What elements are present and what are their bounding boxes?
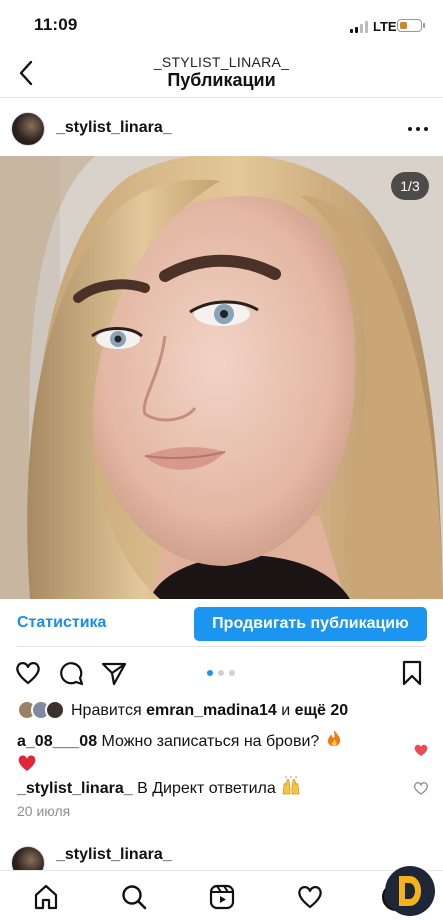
heart-icon xyxy=(16,662,40,685)
likes-others-count[interactable]: ещё 20 xyxy=(295,702,349,719)
likes-prefix: Нравится xyxy=(71,702,142,719)
signal-icon xyxy=(350,21,368,33)
bookmark-icon xyxy=(402,660,422,686)
likes-row: Нравится emran_madina14 и ещё 20 xyxy=(0,699,443,723)
divider xyxy=(17,646,426,647)
overlay-app-logo xyxy=(385,866,435,916)
battery-icon xyxy=(397,19,425,32)
statistics-link[interactable]: Статистика xyxy=(17,614,106,632)
comment-item: _stylist_linara_ В Директ ответила xyxy=(17,776,417,800)
status-time: 11:09 xyxy=(34,15,78,34)
post-username[interactable]: _stylist_linara_ xyxy=(56,119,172,137)
tab-home[interactable] xyxy=(32,883,60,911)
post-header: _stylist_linara_ xyxy=(0,104,443,154)
fire-icon xyxy=(327,730,340,747)
bottom-tab-bar xyxy=(0,870,443,920)
home-icon xyxy=(34,884,58,910)
comment-item: a_08___08 Можно записаться на брови? xyxy=(17,729,417,777)
heart-icon xyxy=(298,886,322,909)
share-button[interactable] xyxy=(100,659,128,687)
likes-summary[interactable]: Нравится emran_madina14 и ещё 20 xyxy=(71,702,348,720)
comment-like-button[interactable] xyxy=(414,781,428,795)
red-heart-icon xyxy=(18,755,36,771)
raised-hands-icon xyxy=(282,776,300,795)
liker-username[interactable]: emran_madina14 xyxy=(146,702,277,719)
comment-text: В Директ ответила xyxy=(137,780,276,797)
likes-and: и xyxy=(281,702,291,719)
save-button[interactable] xyxy=(398,659,426,687)
comment-button[interactable] xyxy=(57,659,85,687)
avatar[interactable] xyxy=(11,112,45,146)
portrait-image xyxy=(0,156,443,599)
post-date: 20 июля xyxy=(17,803,71,819)
liker-avatar xyxy=(45,700,65,720)
comment-like-button[interactable] xyxy=(414,743,428,757)
carousel-indicator xyxy=(207,670,237,678)
next-post-username[interactable]: _stylist_linara_ xyxy=(56,846,172,864)
network-type: LTE xyxy=(373,19,397,34)
reels-icon xyxy=(209,884,235,910)
nav-header: _STYLIST_LINARA_ Публикации xyxy=(0,52,443,98)
more-options-button[interactable] xyxy=(407,118,429,140)
tab-search[interactable] xyxy=(120,883,148,911)
promote-post-button[interactable]: Продвигать публикацию xyxy=(194,607,427,641)
comment-icon xyxy=(60,662,84,686)
like-button[interactable] xyxy=(14,659,42,687)
page-title: Публикации xyxy=(167,70,276,90)
comment-username[interactable]: _stylist_linara_ xyxy=(17,780,133,797)
post-photo[interactable]: 1/3 xyxy=(0,156,443,599)
tab-reels[interactable] xyxy=(208,883,236,911)
tab-activity[interactable] xyxy=(296,883,324,911)
send-icon xyxy=(101,662,127,686)
insights-row: Статистика Продвигать публикацию xyxy=(0,604,443,646)
status-bar: 11:09 LTE xyxy=(0,0,443,52)
search-icon xyxy=(122,885,147,910)
comment-text: Можно записаться на брови? xyxy=(101,733,320,750)
comment-username[interactable]: a_08___08 xyxy=(17,733,97,750)
logo-icon xyxy=(399,876,421,906)
post-actions xyxy=(0,656,443,690)
account-name: _STYLIST_LINARA_ xyxy=(153,54,290,70)
photo-counter: 1/3 xyxy=(391,172,429,200)
